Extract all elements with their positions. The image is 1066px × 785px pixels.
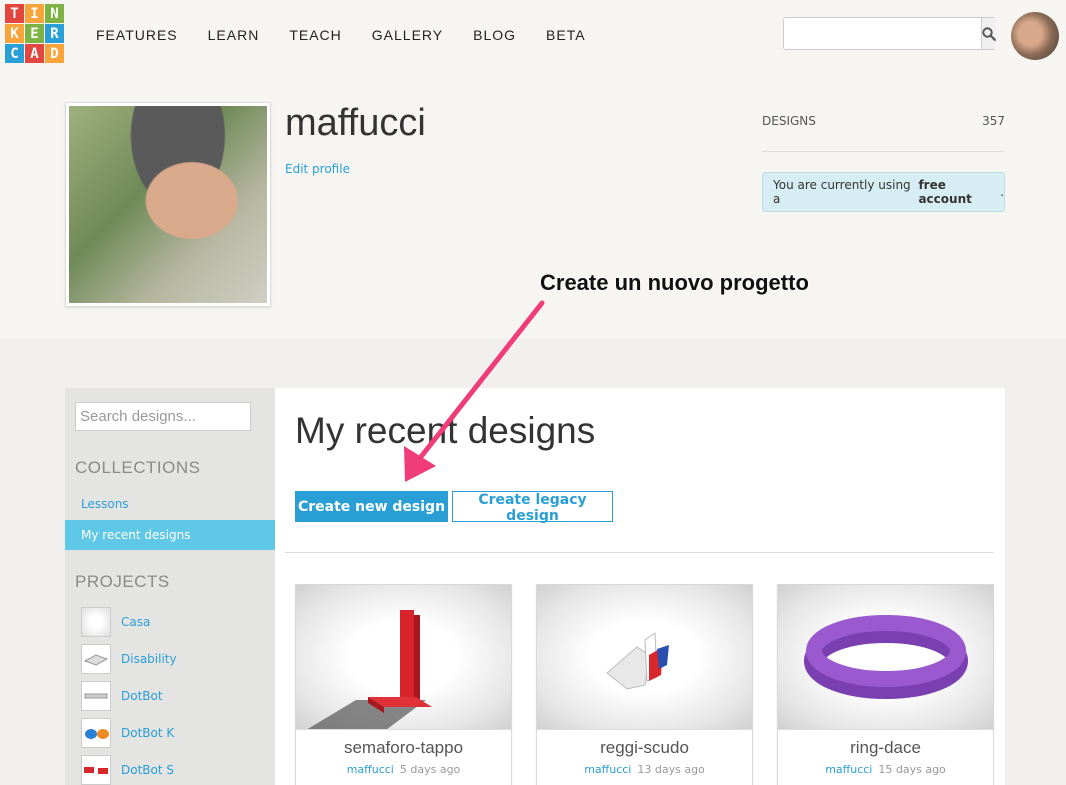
projects-heading: PROJECTS bbox=[75, 572, 170, 591]
page-title: My recent designs bbox=[295, 410, 596, 451]
sidebar-item-lessons[interactable]: Lessons bbox=[65, 489, 275, 519]
account-type: free account bbox=[918, 178, 972, 206]
logo-letter: A bbox=[25, 44, 44, 63]
top-navbar: T I N K E R C A D FEATURES LEARN TEACH G… bbox=[0, 0, 1066, 70]
project-name: DotBot bbox=[121, 689, 163, 703]
sidebar-project-dotbot-s[interactable]: DotBot S bbox=[81, 755, 174, 785]
sidebar-project-disability[interactable]: Disability bbox=[81, 644, 177, 674]
project-thumbnail bbox=[81, 644, 111, 674]
design-title[interactable]: reggi-scudo bbox=[537, 738, 752, 758]
create-legacy-design-button[interactable]: Create legacy design bbox=[452, 491, 613, 524]
project-thumbnail bbox=[81, 607, 111, 637]
nav-features[interactable]: FEATURES bbox=[96, 27, 178, 43]
designs-count-row: DESIGNS 357 bbox=[762, 114, 1005, 152]
design-time: 5 days ago bbox=[399, 763, 461, 776]
search-input[interactable] bbox=[784, 18, 981, 49]
profile-photo bbox=[65, 102, 271, 307]
account-notice: You are currently using a free account. bbox=[762, 172, 1005, 212]
logo-letter: N bbox=[45, 4, 64, 23]
nav-beta[interactable]: BETA bbox=[546, 27, 586, 43]
collections-heading: COLLECTIONS bbox=[75, 458, 201, 477]
search-icon bbox=[982, 26, 996, 41]
design-card[interactable]: ring-dace maffucci 15 days ago bbox=[777, 584, 994, 785]
account-notice-prefix: You are currently using a bbox=[773, 178, 911, 206]
sidebar-project-casa[interactable]: Casa bbox=[81, 607, 150, 637]
design-meta: maffucci 13 days ago bbox=[537, 763, 752, 776]
design-search-input[interactable] bbox=[75, 402, 251, 431]
divider bbox=[285, 552, 994, 553]
nav-learn[interactable]: LEARN bbox=[208, 27, 260, 43]
account-notice-suffix: . bbox=[1000, 185, 1004, 199]
project-thumbnail bbox=[81, 718, 111, 748]
design-title[interactable]: ring-dace bbox=[778, 738, 993, 758]
project-name: DotBot K bbox=[121, 726, 175, 740]
create-new-design-button[interactable]: Create new design bbox=[295, 491, 448, 522]
user-avatar[interactable] bbox=[1011, 12, 1059, 60]
design-thumbnail bbox=[778, 585, 993, 730]
sidebar: COLLECTIONS Lessons My recent designs PR… bbox=[65, 388, 275, 785]
design-title[interactable]: semaforo-tappo bbox=[296, 738, 511, 758]
logo-letter: E bbox=[25, 24, 44, 43]
nav-teach[interactable]: TEACH bbox=[289, 27, 341, 43]
logo-letter: K bbox=[5, 24, 24, 43]
design-meta: maffucci 15 days ago bbox=[778, 763, 993, 776]
logo-letter: D bbox=[45, 44, 64, 63]
annotation-text: Create un nuovo progetto bbox=[540, 270, 809, 295]
project-thumbnail bbox=[81, 681, 111, 711]
design-time: 13 days ago bbox=[637, 763, 705, 776]
logo-letter: T bbox=[5, 4, 24, 23]
logo-letter: R bbox=[45, 24, 64, 43]
project-name: Casa bbox=[121, 615, 151, 629]
design-owner[interactable]: maffucci bbox=[825, 763, 872, 776]
edit-profile-link[interactable]: Edit profile bbox=[285, 162, 350, 176]
design-thumbnail bbox=[296, 585, 511, 730]
profile-username: maffucci bbox=[285, 102, 426, 144]
project-name: Disability bbox=[121, 652, 177, 666]
logo-letter: C bbox=[5, 44, 24, 63]
search-button[interactable] bbox=[981, 18, 996, 49]
nav-blog[interactable]: BLOG bbox=[473, 27, 516, 43]
designs-count-value: 357 bbox=[982, 114, 1005, 128]
design-card[interactable]: reggi-scudo maffucci 13 days ago bbox=[536, 584, 753, 785]
design-owner[interactable]: maffucci bbox=[584, 763, 631, 776]
design-card[interactable]: semaforo-tappo maffucci 5 days ago bbox=[295, 584, 512, 785]
sidebar-project-dotbot-k[interactable]: DotBot K bbox=[81, 718, 174, 748]
designs-count-label: DESIGNS bbox=[762, 114, 816, 128]
tinkercad-logo[interactable]: T I N K E R C A D bbox=[5, 4, 66, 63]
design-thumbnail bbox=[537, 585, 752, 730]
site-search bbox=[783, 17, 996, 50]
main-content: My recent designs Create new design Crea… bbox=[275, 388, 1005, 785]
project-name: DotBot S bbox=[121, 763, 174, 777]
design-owner[interactable]: maffucci bbox=[347, 763, 394, 776]
design-time: 15 days ago bbox=[878, 763, 946, 776]
sidebar-project-dotbot[interactable]: DotBot bbox=[81, 681, 163, 711]
profile-photo-image bbox=[69, 106, 267, 303]
design-meta: maffucci 5 days ago bbox=[296, 763, 511, 776]
logo-letter: I bbox=[25, 4, 44, 23]
nav-gallery[interactable]: GALLERY bbox=[372, 27, 443, 43]
project-thumbnail bbox=[81, 755, 111, 785]
profile-header: maffucci Edit profile DESIGNS 357 You ar… bbox=[0, 70, 1066, 338]
sidebar-item-my-recent-designs[interactable]: My recent designs bbox=[65, 520, 275, 550]
main-nav: FEATURES LEARN TEACH GALLERY BLOG BETA bbox=[96, 27, 616, 43]
